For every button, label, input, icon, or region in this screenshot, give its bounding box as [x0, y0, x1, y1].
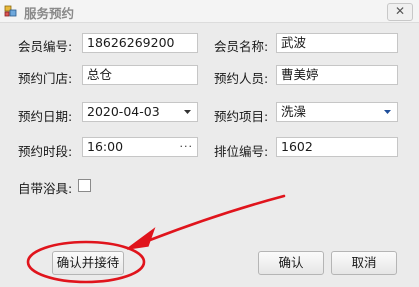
staff-label: 预约人员: [214, 71, 269, 86]
confirm-button[interactable]: 确认 [258, 251, 324, 275]
member-name-value: 武波 [281, 35, 307, 50]
ellipsis-icon[interactable]: ··· [180, 138, 194, 156]
item-value: 洗澡 [281, 104, 307, 119]
store-value: 总仓 [87, 67, 113, 82]
date-value: 2020-04-03 [87, 104, 160, 119]
member-name-field[interactable]: 武波 [276, 33, 398, 53]
cancel-label: 取消 [351, 255, 377, 270]
own-bath-checkbox[interactable] [78, 179, 91, 192]
app-icon [4, 5, 17, 17]
chevron-down-icon [184, 110, 191, 114]
confirm-and-accept-label: 确认并接待 [56, 255, 120, 270]
time-label: 预约时段: [18, 144, 73, 159]
queue-no-label: 排位编号: [214, 144, 269, 159]
queue-no-value: 1602 [281, 139, 313, 154]
title-bar: 服务预约 ✕ [0, 0, 419, 23]
store-field[interactable]: 总仓 [82, 65, 198, 85]
time-picker[interactable]: 16:00 ··· [82, 137, 198, 157]
confirm-and-accept-button[interactable]: 确认并接待 [52, 251, 124, 275]
form-area: 会员编号: 18626269200 会员名称: 武波 预约门店: 总仓 预约人员… [0, 23, 419, 287]
member-no-value: 18626269200 [87, 35, 175, 50]
member-no-label: 会员编号: [18, 39, 73, 54]
date-picker[interactable]: 2020-04-03 [82, 102, 198, 122]
queue-no-field[interactable]: 1602 [276, 137, 398, 157]
staff-field[interactable]: 曹美婷 [276, 65, 398, 85]
item-select[interactable]: 洗澡 [276, 102, 398, 122]
own-bath-label: 自带浴具: [18, 181, 73, 196]
item-dropdown-button[interactable] [379, 103, 397, 121]
cancel-button[interactable]: 取消 [331, 251, 397, 275]
confirm-label: 确认 [278, 255, 304, 270]
store-label: 预约门店: [18, 71, 73, 86]
date-dropdown-button[interactable] [179, 103, 197, 121]
member-name-label: 会员名称: [214, 39, 269, 54]
close-icon: ✕ [394, 4, 406, 18]
window-title: 服务预约 [24, 6, 75, 21]
member-no-field[interactable]: 18626269200 [82, 33, 198, 53]
time-value: 16:00 [87, 139, 124, 154]
staff-value: 曹美婷 [281, 67, 319, 82]
close-button[interactable]: ✕ [387, 3, 413, 21]
chevron-down-icon [384, 110, 391, 114]
date-label: 预约日期: [18, 109, 73, 124]
item-label: 预约项目: [214, 109, 269, 124]
